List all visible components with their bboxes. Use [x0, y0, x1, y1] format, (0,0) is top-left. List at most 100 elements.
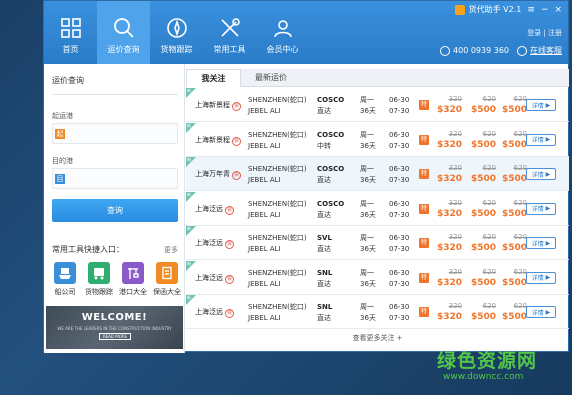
transit-time: 36天 — [360, 176, 376, 184]
watermark-url: www.downcc.com — [443, 372, 524, 382]
destination-label: 目的港 — [52, 157, 73, 165]
login-register-link[interactable]: 登录 | 注册 — [527, 28, 562, 38]
forwarder-name-text: 上海泛远 — [195, 308, 223, 316]
tool-cargo-tracking[interactable]: 货物跟踪 — [84, 262, 114, 297]
schedule: 周一 36天 — [360, 233, 376, 255]
detail-button[interactable]: 详情 ▶ — [526, 306, 556, 318]
tool-label: 船公司 — [54, 288, 76, 296]
new-corner-label: 新 — [187, 191, 191, 197]
nav-home[interactable]: 首页 — [44, 1, 97, 64]
carrier-name: SNL — [317, 303, 333, 311]
forwarder-name[interactable]: 上海泛远会 — [195, 273, 234, 284]
table-row[interactable]: 新上海泛远会 SHENZHEN(蛇口) JEBEL ALI SNL 直达 周一 36天 06-… — [186, 260, 569, 295]
original-price: 620 — [513, 233, 527, 241]
destination-port-input[interactable]: 目 — [52, 168, 178, 189]
route-destination: JEBEL ALI — [248, 210, 281, 219]
minimize-icon[interactable]: − — [541, 5, 549, 15]
detail-button[interactable]: 详情 ▶ — [526, 99, 556, 111]
carrier-name: SVL — [317, 234, 332, 242]
forwarder-name[interactable]: 上海泛远会 — [195, 307, 234, 318]
discount-price: $500 — [501, 277, 527, 288]
route: SHENZHEN(蛇口) JEBEL ALI — [248, 233, 307, 255]
tools-title: 常用工具快捷入口： — [52, 245, 124, 254]
route: SHENZHEN(蛇口) JEBEL ALI — [248, 95, 307, 117]
transit-time: 36天 — [360, 245, 376, 253]
table-row[interactable]: 新上海万年青会 SHENZHEN(蛇口) JEBEL ALI COSCO 直达 周一 36天… — [186, 157, 569, 191]
original-price: 620 — [513, 302, 527, 310]
new-corner-label: 新 — [187, 295, 191, 300]
origin-port-input[interactable]: 起 — [52, 123, 178, 144]
discount-price: $500 — [470, 105, 496, 115]
discount-price: $500 — [501, 312, 527, 322]
close-icon[interactable]: × — [554, 5, 562, 15]
route: SHENZHEN(蛇口) JEBEL ALI — [248, 268, 307, 290]
forwarder-name[interactable]: 上海泛远会 — [195, 204, 234, 215]
table-row[interactable]: 新上海泛远会 SHENZHEN(蛇口) JEBEL ALI SVL 直达 周一 36天 06-… — [186, 226, 569, 260]
tool-guarantees[interactable]: 保函大全 — [152, 262, 182, 297]
online-service-link[interactable]: 在线客服 — [530, 45, 562, 56]
forwarder-name[interactable]: 上海万年青会 — [195, 169, 241, 180]
special-badge: 特 — [419, 203, 429, 214]
nav-member[interactable]: 会员中心 — [256, 1, 309, 64]
price-cell: 620 $500 — [497, 129, 527, 151]
tool-ports[interactable]: 港口大全 — [118, 262, 148, 297]
discount-price: $500 — [501, 105, 527, 115]
route-origin: SHENZHEN(蛇口) — [248, 234, 307, 242]
new-corner-label: 新 — [187, 260, 191, 266]
detail-button[interactable]: 详情 ▶ — [526, 271, 556, 284]
tab-my-follows[interactable]: 我关注 — [186, 69, 241, 87]
forwarder-name[interactable]: 上海新景程会 — [195, 100, 241, 111]
discount-price: $320 — [436, 174, 462, 184]
table-row[interactable]: 新上海新景程会 SHENZHEN(蛇口) JEBEL ALI COSCO 中转 周一 36天… — [186, 122, 569, 157]
nav-rate-query[interactable]: 运价查询 — [97, 1, 150, 64]
nav-tools[interactable]: 常用工具 — [203, 1, 256, 64]
valid-from: 06-30 — [389, 303, 410, 311]
query-button[interactable]: 查询 — [52, 199, 178, 222]
carrier: COSCO 直达 — [317, 199, 344, 221]
original-price: 320 — [448, 302, 462, 310]
detail-button[interactable]: 详情 ▶ — [526, 133, 556, 146]
tools-more-link[interactable]: 更多 — [164, 245, 178, 255]
banner-subtitle: WE ARE THE LEADERS IN THE CONSTRUCTION I… — [57, 326, 172, 331]
nav-tracking[interactable]: 货物跟踪 — [150, 1, 203, 64]
banner-button[interactable]: READ MORE — [99, 333, 131, 340]
table-row[interactable]: 新上海新景程会 SHENZHEN(蛇口) JEBEL ALI COSCO 直达 周一 36天… — [186, 88, 569, 122]
valid-from: 06-30 — [389, 96, 410, 104]
detail-button[interactable]: 详情 ▶ — [526, 202, 556, 215]
title-area: 货代助手 V2.1 ≡ − × — [454, 4, 562, 15]
table-row[interactable]: 新上海泛远会 SHENZHEN(蛇口) JEBEL ALI COSCO 直达 周一 36天 0… — [186, 191, 569, 226]
forwarder-name[interactable]: 上海泛远会 — [195, 238, 234, 249]
tool-ship-company[interactable]: 船公司 — [50, 262, 80, 297]
valid-to: 07-30 — [389, 176, 410, 184]
discount-price: $500 — [501, 139, 527, 150]
carrier-mode: 直达 — [317, 245, 331, 253]
price-cell: 620 $500 — [497, 232, 527, 254]
tab-latest-rates[interactable]: 最新运价 — [246, 69, 296, 87]
tag-icon: 会 — [232, 171, 241, 180]
original-price: 620 — [513, 129, 527, 138]
special-badge: 特 — [419, 134, 429, 145]
member-icon — [273, 20, 292, 38]
detail-button[interactable]: 详情 ▶ — [526, 168, 556, 180]
transit-time: 36天 — [360, 279, 376, 288]
play-arrow-icon: ▶ — [545, 308, 551, 316]
forwarder-name[interactable]: 上海新景程会 — [195, 135, 241, 146]
table-row[interactable]: 新上海泛远会 SHENZHEN(蛇口) JEBEL ALI SNL 直达 周一 36天 06-… — [186, 295, 569, 329]
detail-label: 详情 — [531, 240, 544, 248]
validity: 06-30 07-30 — [389, 130, 409, 152]
schedule: 周一 36天 — [360, 130, 376, 152]
promo-banner[interactable]: WELCOME! WE ARE THE LEADERS IN THE CONST… — [46, 306, 183, 349]
carrier-mode: 直达 — [317, 314, 331, 322]
route: SHENZHEN(蛇口) JEBEL ALI — [248, 164, 307, 186]
menu-icon[interactable]: ≡ — [527, 5, 535, 15]
nav-home-label: 首页 — [62, 45, 79, 54]
discount-price: $500 — [501, 174, 527, 184]
carrier: SNL 直达 — [317, 302, 332, 324]
view-more-link[interactable]: 查看更多关注 + — [186, 333, 569, 343]
carrier-mode: 直达 — [317, 176, 331, 184]
route: SHENZHEN(蛇口) JEBEL ALI — [248, 130, 307, 152]
detail-button[interactable]: 详情 ▶ — [526, 237, 556, 249]
valid-from: 06-30 — [389, 165, 410, 173]
sailing-day: 周一 — [360, 130, 374, 139]
transit-time: 36天 — [360, 107, 376, 115]
